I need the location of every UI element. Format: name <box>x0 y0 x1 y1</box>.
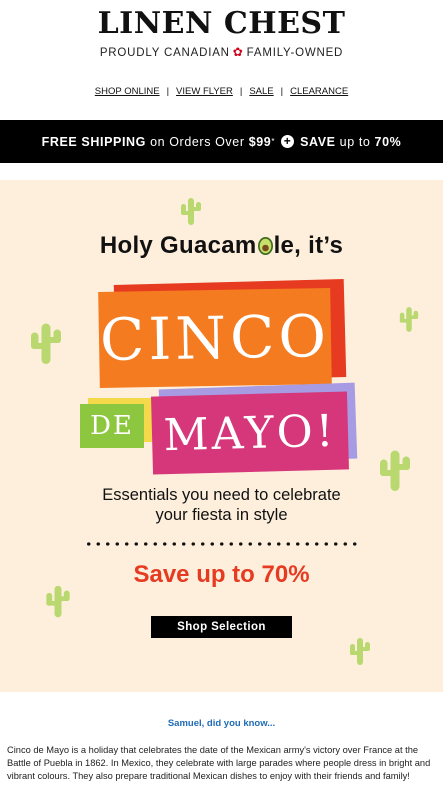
headline-part1: Holy Guacam <box>99 232 257 259</box>
plus-icon: + <box>281 135 295 148</box>
cactus-icon <box>350 638 370 665</box>
dotted-divider <box>84 541 360 547</box>
promo-percent: 70% <box>374 134 402 149</box>
promo-on-orders: on Orders Over <box>150 134 245 149</box>
nav-shop-online-link[interactable]: SHOP ONLINE <box>95 86 160 97</box>
cactus-icon <box>31 323 61 364</box>
brand-logo[interactable]: LINEN CHEST <box>0 6 443 41</box>
cactus-icon <box>181 198 201 225</box>
nav-sale-link[interactable]: SALE <box>249 86 273 97</box>
cinco-graphic: CINCO <box>98 279 347 389</box>
nav-separator: | <box>280 86 284 97</box>
nav-separator: | <box>166 86 170 97</box>
cinco-title: CINCO <box>98 287 332 389</box>
nav-view-flyer-link[interactable]: VIEW FLYER <box>176 86 233 97</box>
promo-asterisk: * <box>271 137 276 146</box>
hero-headline: Holy Guacam le, it’s <box>0 232 443 260</box>
cactus-icon <box>399 307 419 332</box>
hero-subtitle: Essentials you need to celebrate your fi… <box>0 485 443 525</box>
promo-banner[interactable]: FREE SHIPPING on Orders Over $99 * + SAVE u… <box>0 120 443 163</box>
save-headline: Save up to 70% <box>133 561 310 588</box>
tagline-right: FAMILY-OWNED <box>246 47 344 59</box>
shop-selection-button[interactable]: Shop Selection <box>151 616 292 638</box>
subtitle-line-1: Essentials you need to celebrate <box>102 486 341 504</box>
top-nav: SHOP ONLINE | VIEW FLYER | SALE | CLEARANCE <box>0 86 443 97</box>
email-header: LINEN CHEST PROUDLY CANADIAN ✿ FAMILY-OWNE… <box>0 0 443 120</box>
nav-separator: | <box>239 86 243 97</box>
de-title: DE <box>80 404 144 448</box>
headline-part2: le, it’s <box>273 232 344 259</box>
subtitle-line-2: your fiesta in style <box>155 506 288 524</box>
promo-free-shipping: FREE SHIPPING <box>41 134 146 149</box>
intro-paragraph: Cinco de Mayo is a holiday that celebrat… <box>7 745 431 781</box>
did-you-know-heading: Samuel, did you know... <box>167 718 276 729</box>
promo-amount: $99 <box>248 134 272 149</box>
tagline-left: PROUDLY CANADIAN <box>99 47 230 59</box>
nav-clearance-link[interactable]: CLEARANCE <box>290 86 348 97</box>
hero-banner[interactable]: Holy Guacam le, it’s CINCO DE MAYO! Essen… <box>0 180 443 692</box>
mayo-graphic: MAYO! <box>151 382 358 475</box>
promo-up-to: up to <box>339 134 371 149</box>
promo-save: SAVE <box>300 134 336 149</box>
mayo-title: MAYO! <box>151 391 349 475</box>
de-graphic: DE <box>80 398 152 448</box>
avocado-icon <box>257 237 273 255</box>
brand-tagline: PROUDLY CANADIAN ✿ FAMILY-OWNED <box>0 45 443 59</box>
maple-leaf-icon: ✿ <box>232 45 244 59</box>
